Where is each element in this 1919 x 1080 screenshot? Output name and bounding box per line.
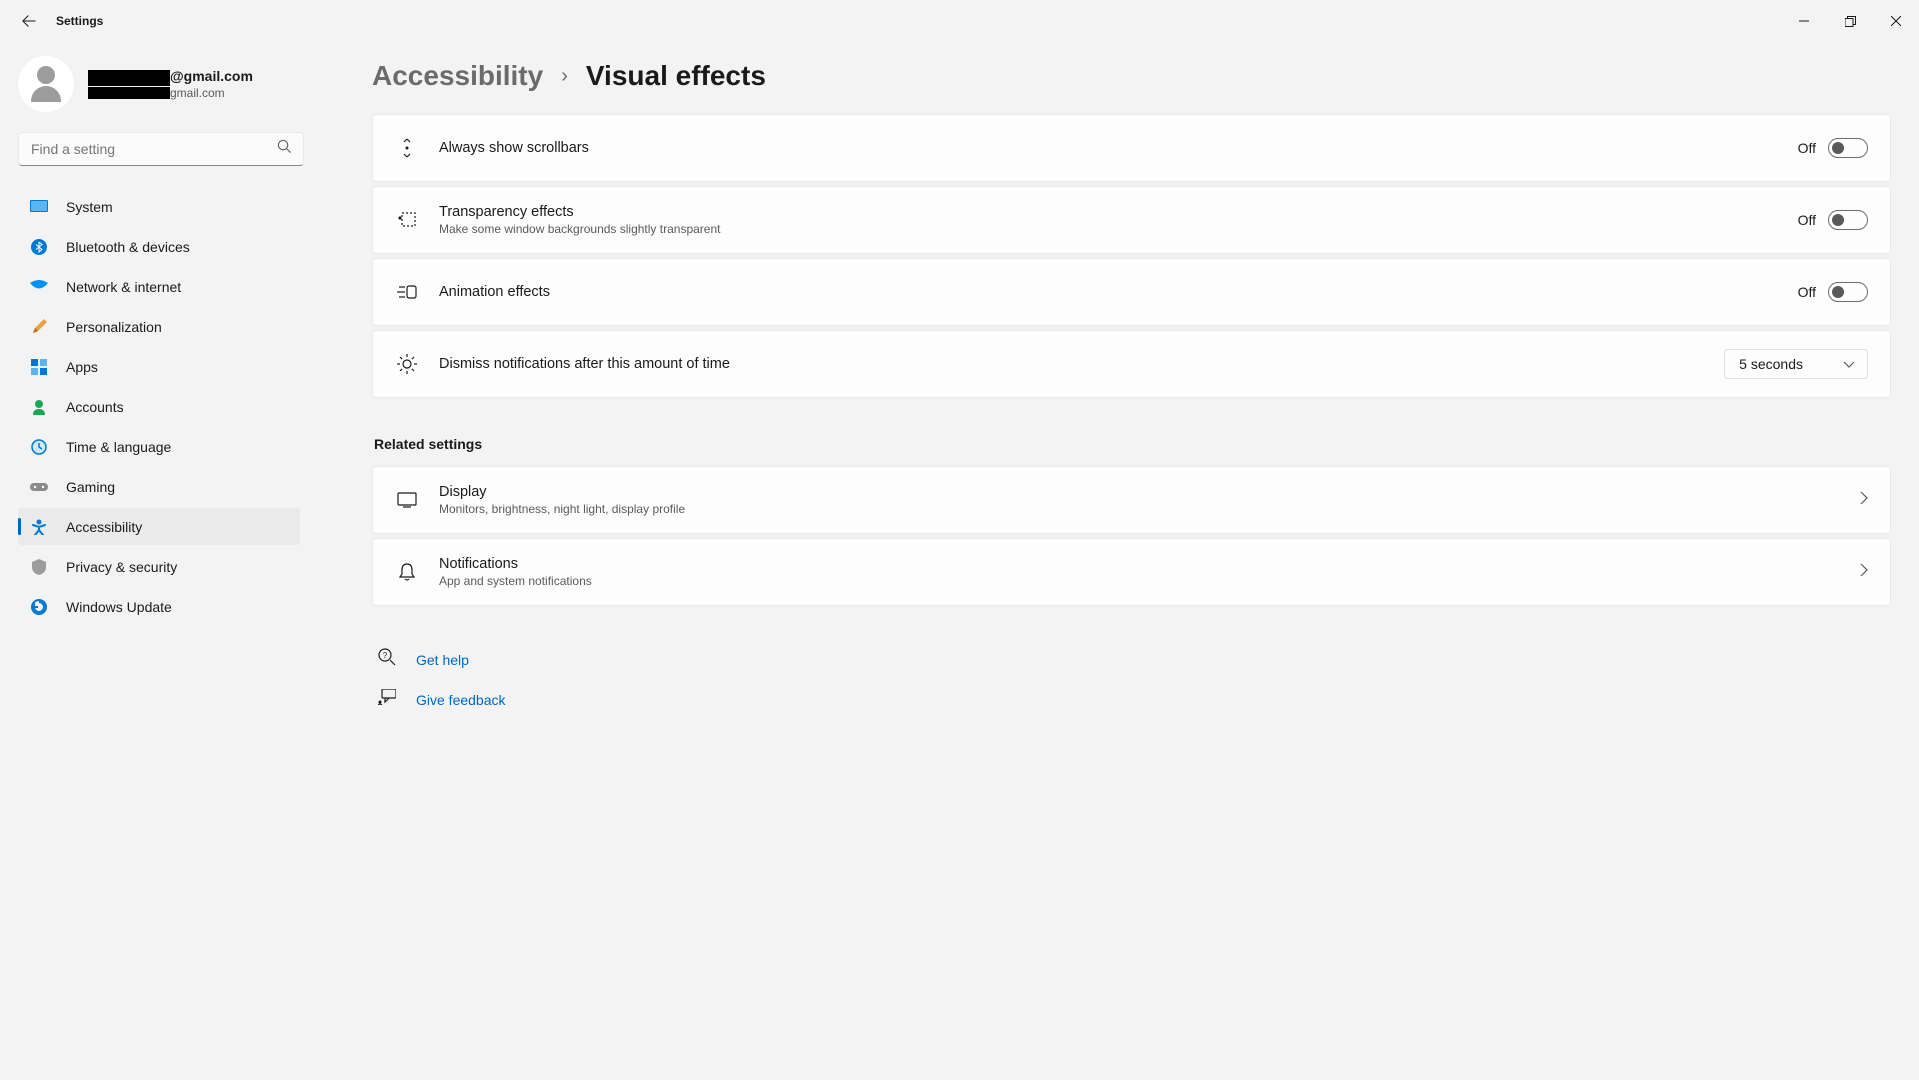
nav-label: Privacy & security xyxy=(66,559,177,575)
nav-label: Personalization xyxy=(66,319,162,335)
scrollbars-toggle[interactable] xyxy=(1828,138,1868,158)
toggle-state-label: Off xyxy=(1798,140,1816,156)
breadcrumb: Accessibility › Visual effects xyxy=(372,60,1891,92)
close-button[interactable] xyxy=(1873,5,1919,37)
setting-title: Display xyxy=(439,484,1860,500)
nav-apps[interactable]: Apps xyxy=(18,348,300,385)
setting-dismiss-notifications: Dismiss notifications after this amount … xyxy=(372,330,1891,398)
get-help-link[interactable]: Get help xyxy=(416,652,469,668)
nav-label: Accessibility xyxy=(66,519,142,535)
apps-icon xyxy=(30,358,48,376)
user-block[interactable]: @gmail.com gmail.com xyxy=(18,42,300,132)
animation-icon xyxy=(395,284,419,300)
titlebar: Settings xyxy=(0,0,1919,42)
system-icon xyxy=(30,198,48,216)
nav-time[interactable]: Time & language xyxy=(18,428,300,465)
nav-update[interactable]: Windows Update xyxy=(18,588,300,625)
give-feedback-link[interactable]: Give feedback xyxy=(416,692,506,708)
accessibility-icon xyxy=(30,518,48,536)
related-display[interactable]: Display Monitors, brightness, night ligh… xyxy=(372,466,1891,534)
avatar xyxy=(18,56,74,112)
maximize-button[interactable] xyxy=(1827,5,1873,37)
bluetooth-icon xyxy=(30,238,48,256)
chevron-down-icon xyxy=(1843,356,1855,372)
animation-toggle[interactable] xyxy=(1828,282,1868,302)
update-icon xyxy=(30,598,48,616)
transparency-toggle[interactable] xyxy=(1828,210,1868,230)
toggle-state-label: Off xyxy=(1798,212,1816,228)
nav-accessibility[interactable]: Accessibility xyxy=(18,508,300,545)
search-box[interactable] xyxy=(18,132,304,166)
nav-label: Time & language xyxy=(66,439,171,455)
search-input[interactable] xyxy=(18,132,304,166)
help-link-row: ? Get help xyxy=(372,648,1891,671)
arrow-left-icon xyxy=(22,14,36,28)
display-icon xyxy=(395,492,419,508)
main-content: Accessibility › Visual effects Always sh… xyxy=(310,42,1919,1080)
maximize-icon xyxy=(1845,16,1856,27)
setting-subtitle: App and system notifications xyxy=(439,574,1860,588)
setting-title: Always show scrollbars xyxy=(439,140,1798,156)
setting-subtitle: Monitors, brightness, night light, displ… xyxy=(439,502,1860,516)
person-icon xyxy=(30,398,48,416)
related-heading: Related settings xyxy=(374,436,1891,452)
gamepad-icon xyxy=(30,478,48,496)
bell-icon xyxy=(395,562,419,582)
minimize-icon xyxy=(1799,16,1809,26)
setting-scrollbars: Always show scrollbars Off xyxy=(372,114,1891,182)
setting-title: Animation effects xyxy=(439,284,1798,300)
nav-label: Bluetooth & devices xyxy=(66,239,190,255)
setting-title: Notifications xyxy=(439,556,1860,572)
minimize-button[interactable] xyxy=(1781,5,1827,37)
window-title: Settings xyxy=(56,14,103,28)
sidebar: @gmail.com gmail.com System Bluetooth & … xyxy=(0,42,310,1080)
nav-gaming[interactable]: Gaming xyxy=(18,468,300,505)
flash-icon xyxy=(395,354,419,374)
setting-transparency: Transparency effects Make some window ba… xyxy=(372,186,1891,254)
nav-label: Accounts xyxy=(66,399,124,415)
nav-label: Apps xyxy=(66,359,98,375)
nav-label: Windows Update xyxy=(66,599,172,615)
setting-animation: Animation effects Off xyxy=(372,258,1891,326)
dismiss-duration-select[interactable]: 5 seconds xyxy=(1724,349,1868,379)
user-email: gmail.com xyxy=(88,86,253,100)
window-controls xyxy=(1781,5,1919,37)
brush-icon xyxy=(30,318,48,336)
help-icon: ? xyxy=(378,648,396,671)
clock-icon xyxy=(30,438,48,456)
nav-network[interactable]: Network & internet xyxy=(18,268,300,305)
page-title: Visual effects xyxy=(586,60,766,92)
setting-title: Transparency effects xyxy=(439,204,1798,220)
search-icon xyxy=(277,139,292,159)
setting-subtitle: Make some window backgrounds slightly tr… xyxy=(439,222,1798,236)
svg-text:?: ? xyxy=(383,651,388,660)
select-value: 5 seconds xyxy=(1739,356,1803,372)
nav-accounts[interactable]: Accounts xyxy=(18,388,300,425)
nav-label: Network & internet xyxy=(66,279,181,295)
chevron-right-icon: › xyxy=(561,65,568,88)
nav: System Bluetooth & devices Network & int… xyxy=(18,188,300,625)
nav-label: Gaming xyxy=(66,479,115,495)
scrollbar-icon xyxy=(395,138,419,158)
feedback-icon xyxy=(378,689,396,710)
nav-personalization[interactable]: Personalization xyxy=(18,308,300,345)
feedback-link-row: Give feedback xyxy=(372,689,1891,710)
back-button[interactable] xyxy=(20,12,38,30)
nav-bluetooth[interactable]: Bluetooth & devices xyxy=(18,228,300,265)
transparency-icon xyxy=(395,211,419,229)
user-name: @gmail.com xyxy=(88,68,253,85)
nav-privacy[interactable]: Privacy & security xyxy=(18,548,300,585)
nav-label: System xyxy=(66,199,113,215)
chevron-right-icon xyxy=(1860,491,1868,510)
related-notifications[interactable]: Notifications App and system notificatio… xyxy=(372,538,1891,606)
toggle-state-label: Off xyxy=(1798,284,1816,300)
chevron-right-icon xyxy=(1860,563,1868,582)
nav-system[interactable]: System xyxy=(18,188,300,225)
setting-title: Dismiss notifications after this amount … xyxy=(439,356,1724,372)
shield-icon xyxy=(30,558,48,576)
breadcrumb-parent[interactable]: Accessibility xyxy=(372,60,543,92)
close-icon xyxy=(1891,16,1901,26)
wifi-icon xyxy=(30,278,48,296)
